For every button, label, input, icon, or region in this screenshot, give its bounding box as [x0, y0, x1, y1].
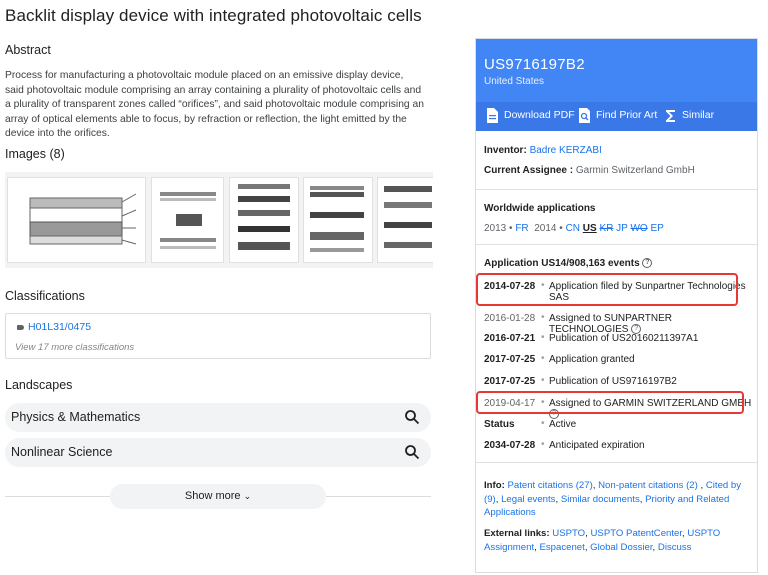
chevron-down-icon: ⌄ [243, 491, 252, 501]
landscape-item[interactable]: Physics & Mathematics [5, 403, 431, 432]
patent-drawing-thumbnail[interactable] [151, 177, 224, 263]
page-title: Backlit display device with integrated p… [5, 6, 422, 25]
country-wo-link[interactable]: WO [630, 223, 647, 234]
inventor-label: Inventor: [484, 145, 527, 156]
classifications-box: H01L31/0475 View 17 more classifications [5, 313, 431, 359]
country-kr-link[interactable]: KR [599, 223, 613, 234]
event-date: 2016-07-21 [484, 333, 536, 344]
patent-citations-link[interactable]: Patent citations (27) [507, 480, 592, 491]
event-text-wrap: Assigned to SUNPARTNER TECHNOLOGIES ? [549, 313, 754, 335]
assignee-label: Current Assignee : [484, 165, 574, 176]
event-date: 2017-07-25 [484, 354, 536, 365]
tag-icon [17, 324, 24, 330]
assignee-value: Garmin Switzerland GmbH [575, 165, 695, 176]
event-text: Publication of US9716197B2 [549, 376, 677, 387]
classification-link[interactable]: H01L31/0475 [17, 321, 91, 333]
search-icon[interactable] [404, 444, 420, 460]
global-dossier-link[interactable]: Global Dossier [590, 542, 652, 553]
country-cn-link[interactable]: CN [566, 223, 580, 234]
uspto-patentcenter-link[interactable]: USPTO PatentCenter [591, 528, 683, 539]
patent-drawing-thumbnail[interactable] [7, 177, 146, 263]
events-heading-text: Application US14/908,163 events [484, 258, 640, 269]
similar-documents-link[interactable]: Similar documents [561, 494, 640, 505]
events-heading: Application US14/908,163 events ? [484, 258, 653, 269]
event-date: 2017-07-25 [484, 376, 536, 387]
event-text: Publication of US20160211397A1 [549, 333, 699, 344]
event-date: 2016-01-28 [484, 313, 536, 324]
panel-divider [476, 189, 757, 190]
year-2013: 2013 [484, 223, 507, 234]
inventor-link[interactable]: Badre KERZABI [530, 145, 602, 156]
view-more-classifications[interactable]: View 17 more classifications [15, 342, 134, 353]
panel-divider [476, 462, 757, 463]
classifications-heading: Classifications [5, 289, 85, 303]
country-ep-link[interactable]: EP [650, 223, 663, 234]
event-text: Anticipated expiration [549, 440, 645, 451]
country-jp-link[interactable]: JP [616, 223, 628, 234]
info-label: Info: [484, 480, 505, 491]
event-date: Status [484, 419, 515, 430]
highlight-box [476, 273, 738, 306]
similar-label: Similar [682, 109, 715, 121]
landscape-label: Nonlinear Science [11, 445, 113, 459]
country-us-current: US [582, 223, 597, 234]
show-more-label: Show more [184, 490, 241, 502]
sigma-icon [666, 110, 675, 122]
uspto-link[interactable]: USPTO [552, 528, 585, 539]
external-links-label: External links: [484, 528, 550, 539]
classification-code[interactable]: H01L31/0475 [28, 321, 91, 333]
external-links: External links: USPTO, USPTO PatentCente… [484, 528, 721, 553]
inventor-row: Inventor: Badre KERZABI [484, 145, 602, 156]
search-icon[interactable] [404, 409, 420, 425]
find-prior-art-button[interactable]: Find Prior Art [579, 108, 658, 123]
highlight-box [476, 391, 744, 414]
panel-header: US9716197B2 United States [476, 39, 757, 102]
panel-actions-bar: Download PDF Find Prior Art Similar [476, 102, 757, 131]
landscapes-heading: Landscapes [5, 378, 73, 392]
help-icon[interactable]: ? [642, 258, 653, 269]
patent-number: US9716197B2 [484, 56, 585, 73]
panel-divider [476, 244, 757, 245]
show-more-button[interactable]: Show more ⌄ [110, 484, 326, 509]
legal-events-link[interactable]: Legal events [501, 494, 555, 505]
images-heading: Images (8) [5, 147, 65, 161]
event-text: Application granted [549, 354, 635, 365]
prior-art-icon [579, 108, 590, 123]
event-date: 2034-07-28 [484, 440, 536, 451]
landscape-item[interactable]: Nonlinear Science [5, 438, 431, 467]
abstract-heading: Abstract [5, 43, 51, 57]
worldwide-heading: Worldwide applications [484, 203, 596, 214]
worldwide-applications-row: 2013 • FR 2014 • CN US KR JP WO EP [484, 223, 664, 234]
non-patent-citations-link[interactable]: Non-patent citations (2) [598, 480, 698, 491]
event-text: Assigned to SUNPARTNER TECHNOLOGIES [549, 313, 673, 335]
landscape-label: Physics & Mathematics [11, 410, 141, 424]
pdf-icon [487, 108, 498, 123]
patent-drawing-thumbnail[interactable] [229, 177, 299, 263]
patent-country: United States [484, 76, 545, 87]
event-text: Active [549, 419, 577, 430]
patent-drawing-thumbnail[interactable] [303, 177, 373, 263]
year-2014: 2014 [534, 223, 557, 234]
download-pdf-label: Download PDF [504, 109, 575, 121]
espacenet-link[interactable]: Espacenet [539, 542, 584, 553]
patent-drawing-thumbnail[interactable] [377, 177, 433, 263]
find-prior-art-label: Find Prior Art [596, 109, 658, 121]
assignee-row: Current Assignee : Garmin Switzerland Gm… [484, 165, 695, 176]
download-pdf-button[interactable]: Download PDF [487, 108, 575, 123]
discuss-link[interactable]: Discuss [658, 542, 692, 553]
country-fr-link[interactable]: FR [515, 223, 528, 234]
similar-button[interactable]: Similar [666, 109, 715, 122]
info-links: Info: Patent citations (27), Non-patent … [484, 480, 742, 518]
abstract-text: Process for manufacturing a photovoltaic… [5, 70, 424, 139]
images-carousel[interactable] [5, 172, 433, 268]
